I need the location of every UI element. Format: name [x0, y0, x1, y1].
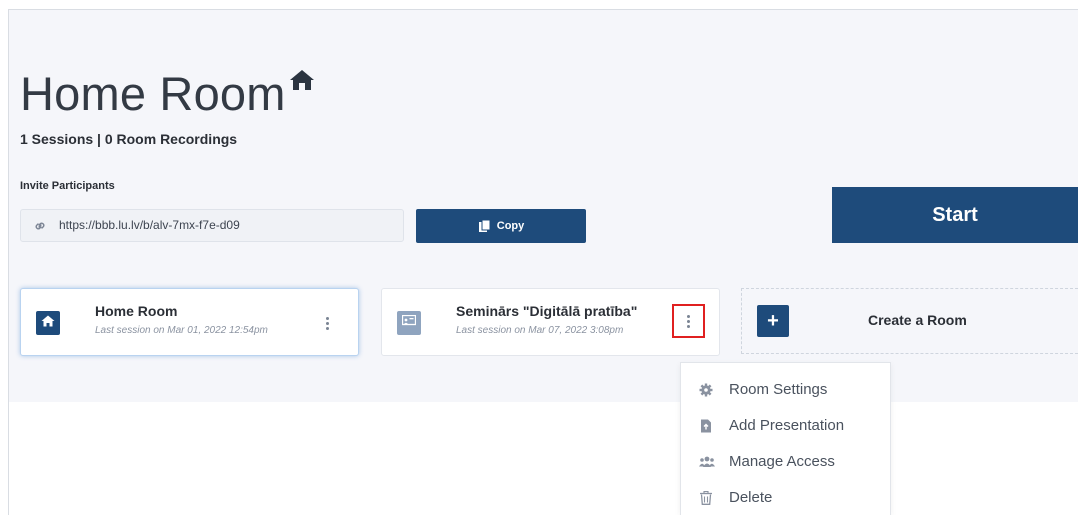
presentation-icon [401, 314, 417, 332]
copy-button-label: Copy [496, 220, 525, 232]
room-card-icon [397, 311, 421, 335]
menu-item-room-settings[interactable]: Room Settings [681, 374, 890, 406]
trash-icon [699, 490, 713, 505]
menu-item-label: Room Settings [729, 381, 828, 398]
menu-item-delete[interactable]: Delete [681, 482, 890, 514]
room-card-name: Seminārs "Digitālā pratība" [456, 303, 638, 319]
room-stats: 1 Sessions | 0 Room Recordings [20, 131, 238, 147]
start-button[interactable]: Start [832, 187, 1078, 243]
menu-item-manage-access[interactable]: Manage Access [681, 446, 890, 478]
room-card-seminars[interactable]: Seminārs "Digitālā pratība" Last session… [381, 288, 720, 356]
invite-url-field[interactable]: https://bbb.lu.lv/b/alv-7mx-f7e-d09 [20, 209, 404, 242]
invite-participants-label: Invite Participants [20, 180, 115, 192]
invite-url-text: https://bbb.lu.lv/b/alv-7mx-f7e-d09 [59, 218, 240, 232]
copy-button[interactable]: Copy [416, 209, 586, 243]
page-title: Home Room [20, 67, 286, 120]
room-card-icon [36, 311, 60, 335]
start-button-label: Start [932, 203, 978, 226]
users-icon [699, 455, 715, 469]
menu-item-label: Manage Access [729, 453, 835, 470]
room-card-last-session: Last session on Mar 01, 2022 12:54pm [95, 325, 268, 336]
room-card-name: Home Room [95, 303, 178, 319]
room-options-icon[interactable] [672, 304, 705, 338]
room-card-last-session: Last session on Mar 07, 2022 3:08pm [456, 325, 624, 336]
plus-icon: + [757, 305, 789, 337]
room-options-icon[interactable] [319, 311, 335, 335]
create-room-label: Create a Room [868, 312, 967, 328]
file-upload-icon [699, 419, 713, 433]
link-icon [33, 219, 47, 233]
create-room-card[interactable]: + Create a Room [741, 288, 1078, 354]
home-icon [289, 69, 315, 91]
room-options-menu: Room Settings Add Presentation Manage Ac… [680, 362, 891, 515]
copy-icon [478, 219, 491, 233]
home-icon [41, 314, 55, 332]
room-card-home-room[interactable]: Home Room Last session on Mar 01, 2022 1… [20, 288, 359, 356]
menu-item-label: Add Presentation [729, 417, 845, 434]
menu-item-label: Delete [729, 489, 773, 506]
gear-icon [699, 383, 713, 397]
menu-item-add-presentation[interactable]: Add Presentation [681, 410, 890, 442]
